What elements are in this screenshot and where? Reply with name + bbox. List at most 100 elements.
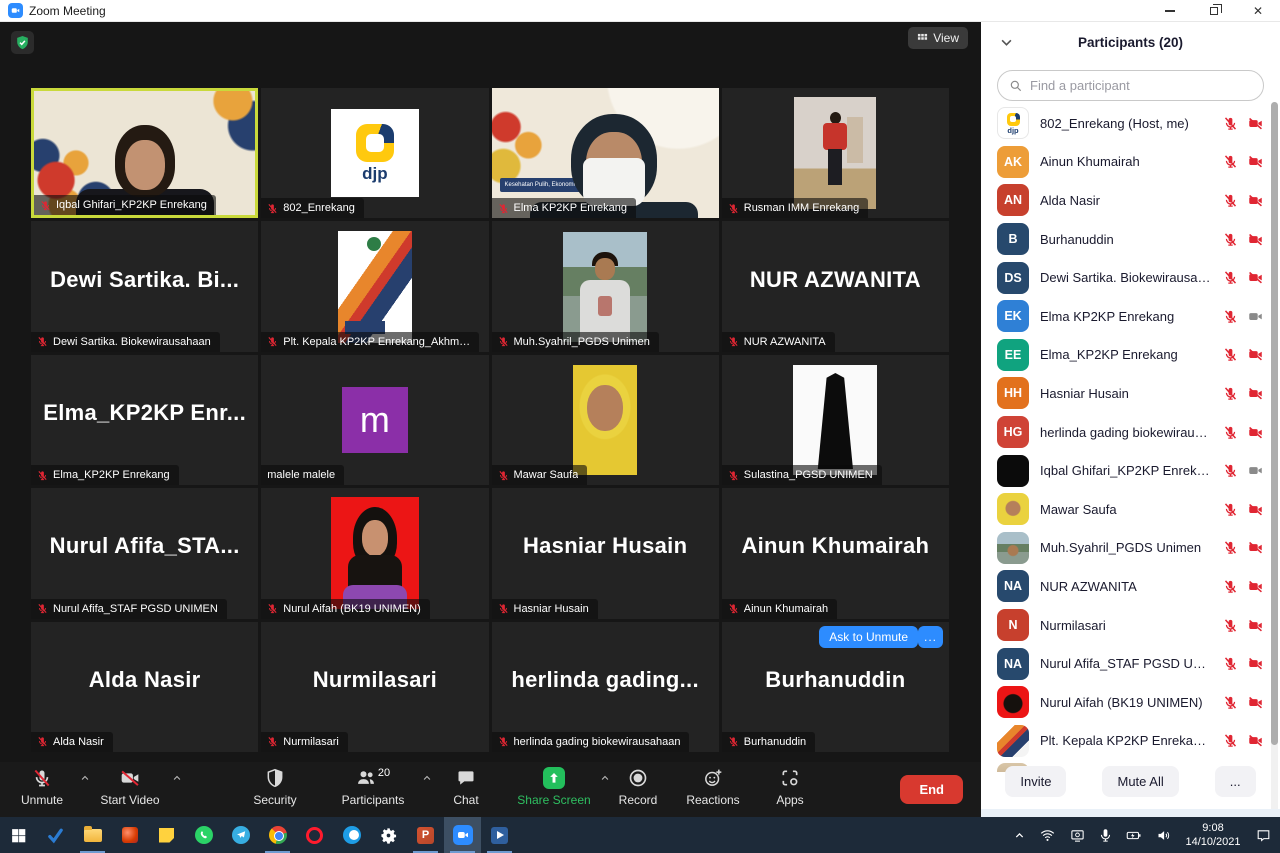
- participant-search-box[interactable]: [997, 70, 1264, 101]
- participant-tile[interactable]: Rusman IMM Enrekang: [722, 88, 949, 218]
- participant-tile[interactable]: Elma_KP2KP Enr... Elma_KP2KP Enrekang: [31, 355, 258, 485]
- record-button[interactable]: Record: [606, 767, 670, 807]
- participant-row[interactable]: Muh.Syahril_PGDS Unimen: [981, 529, 1270, 568]
- participant-tile[interactable]: Mawar Saufa: [492, 355, 719, 485]
- participant-tile[interactable]: Hasniar Husain Hasniar Husain: [492, 488, 719, 618]
- participant-row[interactable]: HH Hasniar Husain: [981, 374, 1270, 413]
- participant-row[interactable]: AK Ainun Khumairah: [981, 143, 1270, 182]
- participant-tile[interactable]: Burhanuddin Ask to Unmute ... Burhanuddi…: [722, 622, 949, 752]
- minimize-button[interactable]: [1148, 0, 1192, 22]
- participant-row[interactable]: DS Dewi Sartika. Biokewirausahaan: [981, 258, 1270, 297]
- participants-button[interactable]: 20 Participants: [330, 767, 416, 807]
- participant-tile[interactable]: Nurul Aifah (BK19 UNIMEN): [261, 488, 488, 618]
- participant-tile[interactable]: Iqbal Ghifari_KP2KP Enrekang: [31, 88, 258, 218]
- participant-tile[interactable]: Alda Nasir Alda Nasir: [31, 622, 258, 752]
- participant-tile[interactable]: djp 802_Enrekang: [261, 88, 488, 218]
- participant-tile[interactable]: herlinda gading... herlinda gading bioke…: [492, 622, 719, 752]
- zoom-app-icon: [8, 3, 23, 18]
- panel-scrollbar[interactable]: [1271, 102, 1278, 812]
- volume-icon[interactable]: [1148, 817, 1178, 853]
- participant-tile[interactable]: Muh.Syahril_PGDS Unimen: [492, 221, 719, 351]
- taskbar-app-zoom[interactable]: [444, 817, 481, 853]
- search-input[interactable]: [1030, 78, 1252, 93]
- taskbar-app-telegram[interactable]: [222, 817, 259, 853]
- tile-name-label: Nurul Afifa_STAF PGSD UNIMEN: [31, 599, 227, 619]
- share-screen-button[interactable]: Share Screen: [514, 767, 594, 807]
- participant-row[interactable]: NA Nurul Afifa_STAF PGSD UNIMEN: [981, 644, 1270, 683]
- start-video-button[interactable]: Start Video: [94, 767, 166, 807]
- avatar: NA: [997, 648, 1029, 680]
- display-cast-icon[interactable]: [1062, 817, 1092, 853]
- participant-row[interactable]: AN Alda Nasir: [981, 181, 1270, 220]
- taskbar-app-settings[interactable]: [370, 817, 407, 853]
- participant-tile[interactable]: NUR AZWANITA NUR AZWANITA: [722, 221, 949, 351]
- camera-off-icon: [1247, 386, 1264, 401]
- taskbar-app-powerpoint[interactable]: P: [407, 817, 444, 853]
- taskbar-app-opera[interactable]: [296, 817, 333, 853]
- participant-row[interactable]: N Nurmilasari: [981, 606, 1270, 645]
- taskbar-clock[interactable]: 9:08 14/10/2021: [1178, 821, 1248, 850]
- participant-tile[interactable]: Nurul Afifa_STA... Nurul Afifa_STAF PGSD…: [31, 488, 258, 618]
- participant-row[interactable]: NA NUR AZWANITA: [981, 567, 1270, 606]
- djp-logo: djp: [331, 109, 419, 197]
- taskbar-app-movies-tv[interactable]: [481, 817, 518, 853]
- tray-chevron-up-icon[interactable]: [1006, 817, 1032, 853]
- security-button[interactable]: Security: [240, 767, 310, 807]
- mic-muted-icon: [267, 203, 278, 214]
- windows-taskbar: P 9:08 14/10/2021: [0, 817, 1280, 853]
- wifi-icon[interactable]: [1032, 817, 1062, 853]
- tile-name-label: Sulastina_PGSD UNIMEN: [722, 465, 882, 485]
- start-button[interactable]: [0, 817, 37, 853]
- camera-off-icon: [1247, 232, 1264, 247]
- meeting-security-shield-icon[interactable]: [11, 31, 34, 54]
- clock-time: 9:08: [1202, 822, 1223, 834]
- avatar: [997, 725, 1029, 757]
- panel-more-button[interactable]: ...: [1215, 766, 1256, 797]
- taskbar-app-whatsapp[interactable]: [185, 817, 222, 853]
- battery-icon[interactable]: [1118, 817, 1148, 853]
- restore-button[interactable]: [1192, 0, 1236, 22]
- unmute-options-chevron[interactable]: [80, 773, 90, 783]
- gear-icon: [380, 827, 397, 844]
- participant-row[interactable]: B Burhanuddin: [981, 220, 1270, 259]
- mic-muted-icon: [498, 736, 509, 747]
- participant-row[interactable]: Mawar Saufa: [981, 490, 1270, 529]
- tile-more-button[interactable]: ...: [918, 626, 943, 648]
- mic-muted-icon: [267, 736, 278, 747]
- view-button[interactable]: View: [908, 27, 968, 49]
- participant-tile[interactable]: m malele malele: [261, 355, 488, 485]
- end-meeting-button[interactable]: End: [900, 775, 963, 804]
- participant-tile[interactable]: Dewi Sartika. Bi... Dewi Sartika. Biokew…: [31, 221, 258, 351]
- participant-tile[interactable]: Sulastina_PGSD UNIMEN: [722, 355, 949, 485]
- invite-button[interactable]: Invite: [1005, 766, 1066, 797]
- taskbar-app-office[interactable]: [111, 817, 148, 853]
- microphone-tray-icon[interactable]: [1092, 817, 1118, 853]
- close-button[interactable]: ✕: [1236, 0, 1280, 22]
- participant-row[interactable]: HG herlinda gading biokewirausaha...: [981, 413, 1270, 452]
- participant-row[interactable]: Iqbal Ghifari_KP2KP Enrekang: [981, 451, 1270, 490]
- participant-row[interactable]: Nurul Aifah (BK19 UNIMEN): [981, 683, 1270, 722]
- ask-to-unmute-button[interactable]: Ask to Unmute: [819, 626, 918, 648]
- apps-button[interactable]: Apps: [760, 767, 820, 807]
- participant-tile[interactable]: Kesehatan Pulih, Ekonomi Bangkit Elma KP…: [492, 88, 719, 218]
- taskbar-app-todo[interactable]: [37, 817, 74, 853]
- participant-tile[interactable]: Ainun Khumairah Ainun Khumairah: [722, 488, 949, 618]
- participants-options-chevron[interactable]: [422, 773, 432, 783]
- taskbar-app-chrome[interactable]: [259, 817, 296, 853]
- reactions-button[interactable]: Reactions: [678, 767, 748, 807]
- unmute-button[interactable]: Unmute: [10, 767, 74, 807]
- participant-tile[interactable]: Nurmilasari Nurmilasari: [261, 622, 488, 752]
- mute-all-button[interactable]: Mute All: [1102, 766, 1178, 797]
- taskbar-app-blue-browser[interactable]: [333, 817, 370, 853]
- taskbar-app-file-explorer[interactable]: [74, 817, 111, 853]
- taskbar-app-sticky-notes[interactable]: [148, 817, 185, 853]
- participant-row[interactable]: djp 802_Enrekang (Host, me): [981, 104, 1270, 143]
- participant-row[interactable]: EK Elma KP2KP Enrekang: [981, 297, 1270, 336]
- mic-muted-icon: [498, 603, 509, 614]
- video-options-chevron[interactable]: [172, 773, 182, 783]
- participant-tile[interactable]: Plt. Kepala KP2KP Enrekang_Akhmad R...: [261, 221, 488, 351]
- panel-collapse-chevron-icon[interactable]: [999, 35, 1014, 50]
- action-center-icon[interactable]: [1248, 817, 1278, 853]
- participant-row[interactable]: EE Elma_KP2KP Enrekang: [981, 336, 1270, 375]
- chat-button[interactable]: Chat: [438, 767, 494, 807]
